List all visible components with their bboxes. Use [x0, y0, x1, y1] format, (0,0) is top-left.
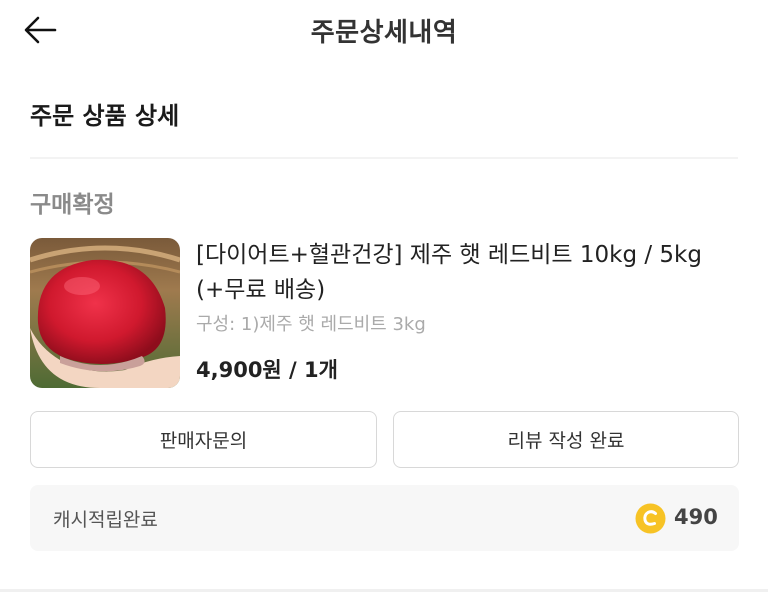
- order-status-label: 구매확정: [30, 192, 115, 218]
- divider: [30, 157, 738, 159]
- section-title: 주문 상품 상세: [30, 102, 180, 130]
- product-option: 구성: 1)제주 햇 레드비트 3kg: [196, 314, 426, 335]
- page-title: 주문상세내역: [310, 18, 458, 48]
- coin-icon: [635, 503, 666, 534]
- product-thumbnail[interactable]: [30, 238, 180, 388]
- seller-inquiry-button[interactable]: 판매자문의: [30, 411, 377, 468]
- cashback-panel: 캐시적립완료 490: [30, 485, 739, 551]
- product-name[interactable]: [다이어트+혈관건강] 제주 햇 레드비트 10kg / 5kg (+무료 배송…: [196, 238, 736, 308]
- product-price: 4,900원 / 1개: [196, 358, 338, 382]
- cashback-label: 캐시적립완료: [53, 509, 158, 531]
- cashback-amount: 490: [674, 505, 718, 529]
- review-completed-button[interactable]: 리뷰 작성 완료: [393, 411, 739, 468]
- top-app-bar: 주문상세내역: [0, 0, 768, 64]
